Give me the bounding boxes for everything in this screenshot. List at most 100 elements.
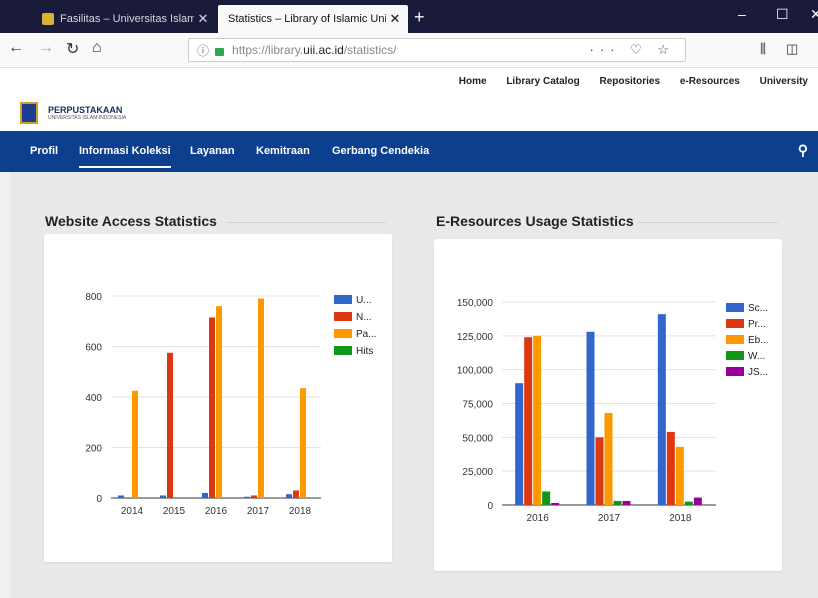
legend-label: Pr...: [748, 319, 766, 330]
menu-item-kemitraan[interactable]: Kemitraan: [256, 145, 310, 157]
legend-label: U...: [356, 295, 372, 306]
menu-item-gerbang-cendekia[interactable]: Gerbang Cendekia: [332, 145, 429, 157]
bar: [693, 497, 702, 505]
browser-toolbar: ← → ↻ ⌂ ⓘ https://library.uii.ac.id/stat…: [0, 33, 818, 68]
y-tick-label: 75,000: [462, 400, 493, 411]
x-tick-label: 2014: [121, 506, 144, 517]
tab-title: Statistics – Library of Islamic Unive: [228, 13, 386, 25]
close-window-button[interactable]: ✕: [810, 6, 818, 23]
y-tick-label: 800: [85, 292, 102, 303]
browser-tab-bar: Fasilitas – Universitas Islam Ind ✕ Stat…: [0, 0, 818, 33]
info-icon[interactable]: ⓘ: [197, 42, 209, 59]
y-tick-label: 0: [96, 494, 102, 505]
minimize-button[interactable]: –: [738, 6, 746, 22]
y-tick-label: 50,000: [462, 433, 493, 444]
bar: [202, 492, 208, 498]
y-tick-label: 200: [85, 444, 102, 455]
title-divider: [638, 222, 778, 223]
bar: [622, 500, 631, 505]
legend-swatch: [726, 351, 744, 360]
forward-icon[interactable]: →: [38, 39, 54, 57]
bar: [542, 491, 551, 505]
logo-subtitle: UNIVERSITAS ISLAM INDONESIA: [48, 115, 127, 121]
new-tab-button[interactable]: +: [414, 7, 425, 28]
bar: [675, 446, 684, 505]
eresources-usage-chart: 0 25,000 50,000 75,000 100,000 125,000 150,000…: [457, 298, 769, 524]
legend-label: Pa...: [356, 329, 377, 340]
y-tick-label: 125,000: [457, 332, 494, 343]
menu-item-informasi-koleksi[interactable]: Informasi Koleksi: [79, 145, 171, 168]
site-logo[interactable]: PERPUSTAKAAN UNIVERSITAS ISLAM INDONESIA: [20, 102, 126, 124]
bar: [258, 298, 264, 498]
legend-swatch: [726, 303, 744, 312]
x-tick-label: 2018: [289, 506, 312, 517]
bar: [132, 390, 138, 498]
legend-swatch: [334, 312, 352, 321]
logo-title: PERPUSTAKAAN: [48, 105, 123, 115]
title-divider: [226, 222, 386, 223]
x-tick-label: 2016: [527, 513, 550, 524]
browser-tab-fasilitas[interactable]: Fasilitas – Universitas Islam Ind ✕: [30, 5, 216, 33]
y-tick-label: 100,000: [457, 366, 494, 377]
bar: [209, 317, 215, 498]
site-header: Home Library Catalog Repositories e-Reso…: [0, 68, 818, 131]
bar: [160, 495, 166, 498]
legend-label: Sc...: [748, 303, 768, 314]
legend-swatch: [726, 367, 744, 376]
x-tick-label: 2018: [669, 513, 692, 524]
y-tick-label: 150,000: [457, 298, 494, 309]
legend-swatch: [726, 335, 744, 344]
top-link-home[interactable]: Home: [459, 76, 487, 87]
sidebar-icon[interactable]: ◫: [786, 41, 798, 57]
main-menu: Profil Informasi Koleksi Layanan Kemitra…: [0, 131, 818, 172]
top-link-university[interactable]: University: [760, 76, 808, 87]
library-icon[interactable]: ⫼: [760, 41, 766, 57]
page-action-icons[interactable]: ··· ♡ ☆: [589, 42, 675, 58]
legend-label: N...: [356, 312, 372, 323]
bar: [657, 314, 666, 505]
top-links: Home Library Catalog Repositories e-Reso…: [442, 76, 808, 87]
home-icon[interactable]: ⌂: [92, 39, 102, 57]
search-icon[interactable]: ⚲: [798, 142, 808, 159]
legend-swatch: [334, 295, 352, 304]
top-link-repositories[interactable]: Repositories: [599, 76, 660, 87]
menu-item-layanan[interactable]: Layanan: [190, 145, 235, 157]
legend-label: Eb...: [748, 335, 769, 346]
bar: [533, 335, 542, 505]
favicon-icon: [42, 13, 54, 25]
bar: [524, 337, 533, 505]
website-access-chart: 0 200 400 600 800 2014 2015 2016 2017 2018 U... N..…: [85, 292, 377, 517]
bar: [244, 496, 250, 498]
url-text: https://library.uii.ac.id/statistics/: [232, 43, 397, 57]
y-tick-label: 400: [85, 393, 102, 404]
back-icon[interactable]: ←: [8, 39, 24, 57]
bar: [293, 490, 299, 498]
top-link-eresources[interactable]: e-Resources: [680, 76, 740, 87]
bar: [118, 495, 124, 498]
eresources-stats-title: E-Resources Usage Statistics: [436, 213, 634, 229]
close-tab-icon[interactable]: ✕: [386, 11, 404, 27]
address-bar[interactable]: ⓘ https://library.uii.ac.id/statistics/ …: [188, 38, 686, 62]
bar: [684, 501, 693, 505]
x-tick-label: 2017: [598, 513, 621, 524]
bar: [251, 495, 257, 498]
legend-label: Hits: [356, 346, 373, 357]
website-stats-title: Website Access Statistics: [45, 213, 217, 229]
reload-icon[interactable]: ↻: [66, 39, 79, 59]
lock-icon: [215, 48, 225, 56]
top-link-library-catalog[interactable]: Library Catalog: [506, 76, 579, 87]
close-tab-icon[interactable]: ✕: [194, 11, 212, 27]
y-tick-label: 25,000: [462, 467, 493, 478]
eresources-stats-card: 0 25,000 50,000 75,000 100,000 125,000 150,000…: [434, 239, 782, 571]
bar: [604, 412, 613, 505]
x-tick-label: 2015: [163, 506, 186, 517]
bar: [286, 494, 292, 498]
logo-emblem-icon: [20, 102, 38, 124]
legend-label: W...: [748, 351, 765, 362]
bar: [167, 352, 173, 498]
maximize-button[interactable]: ☐: [776, 6, 789, 23]
website-stats-card: 0 200 400 600 800 2014 2015 2016 2017 2018 U... N..…: [44, 234, 392, 562]
x-tick-label: 2016: [205, 506, 228, 517]
browser-tab-statistics[interactable]: Statistics – Library of Islamic Unive ✕: [218, 5, 408, 33]
menu-item-profil[interactable]: Profil: [30, 145, 58, 157]
